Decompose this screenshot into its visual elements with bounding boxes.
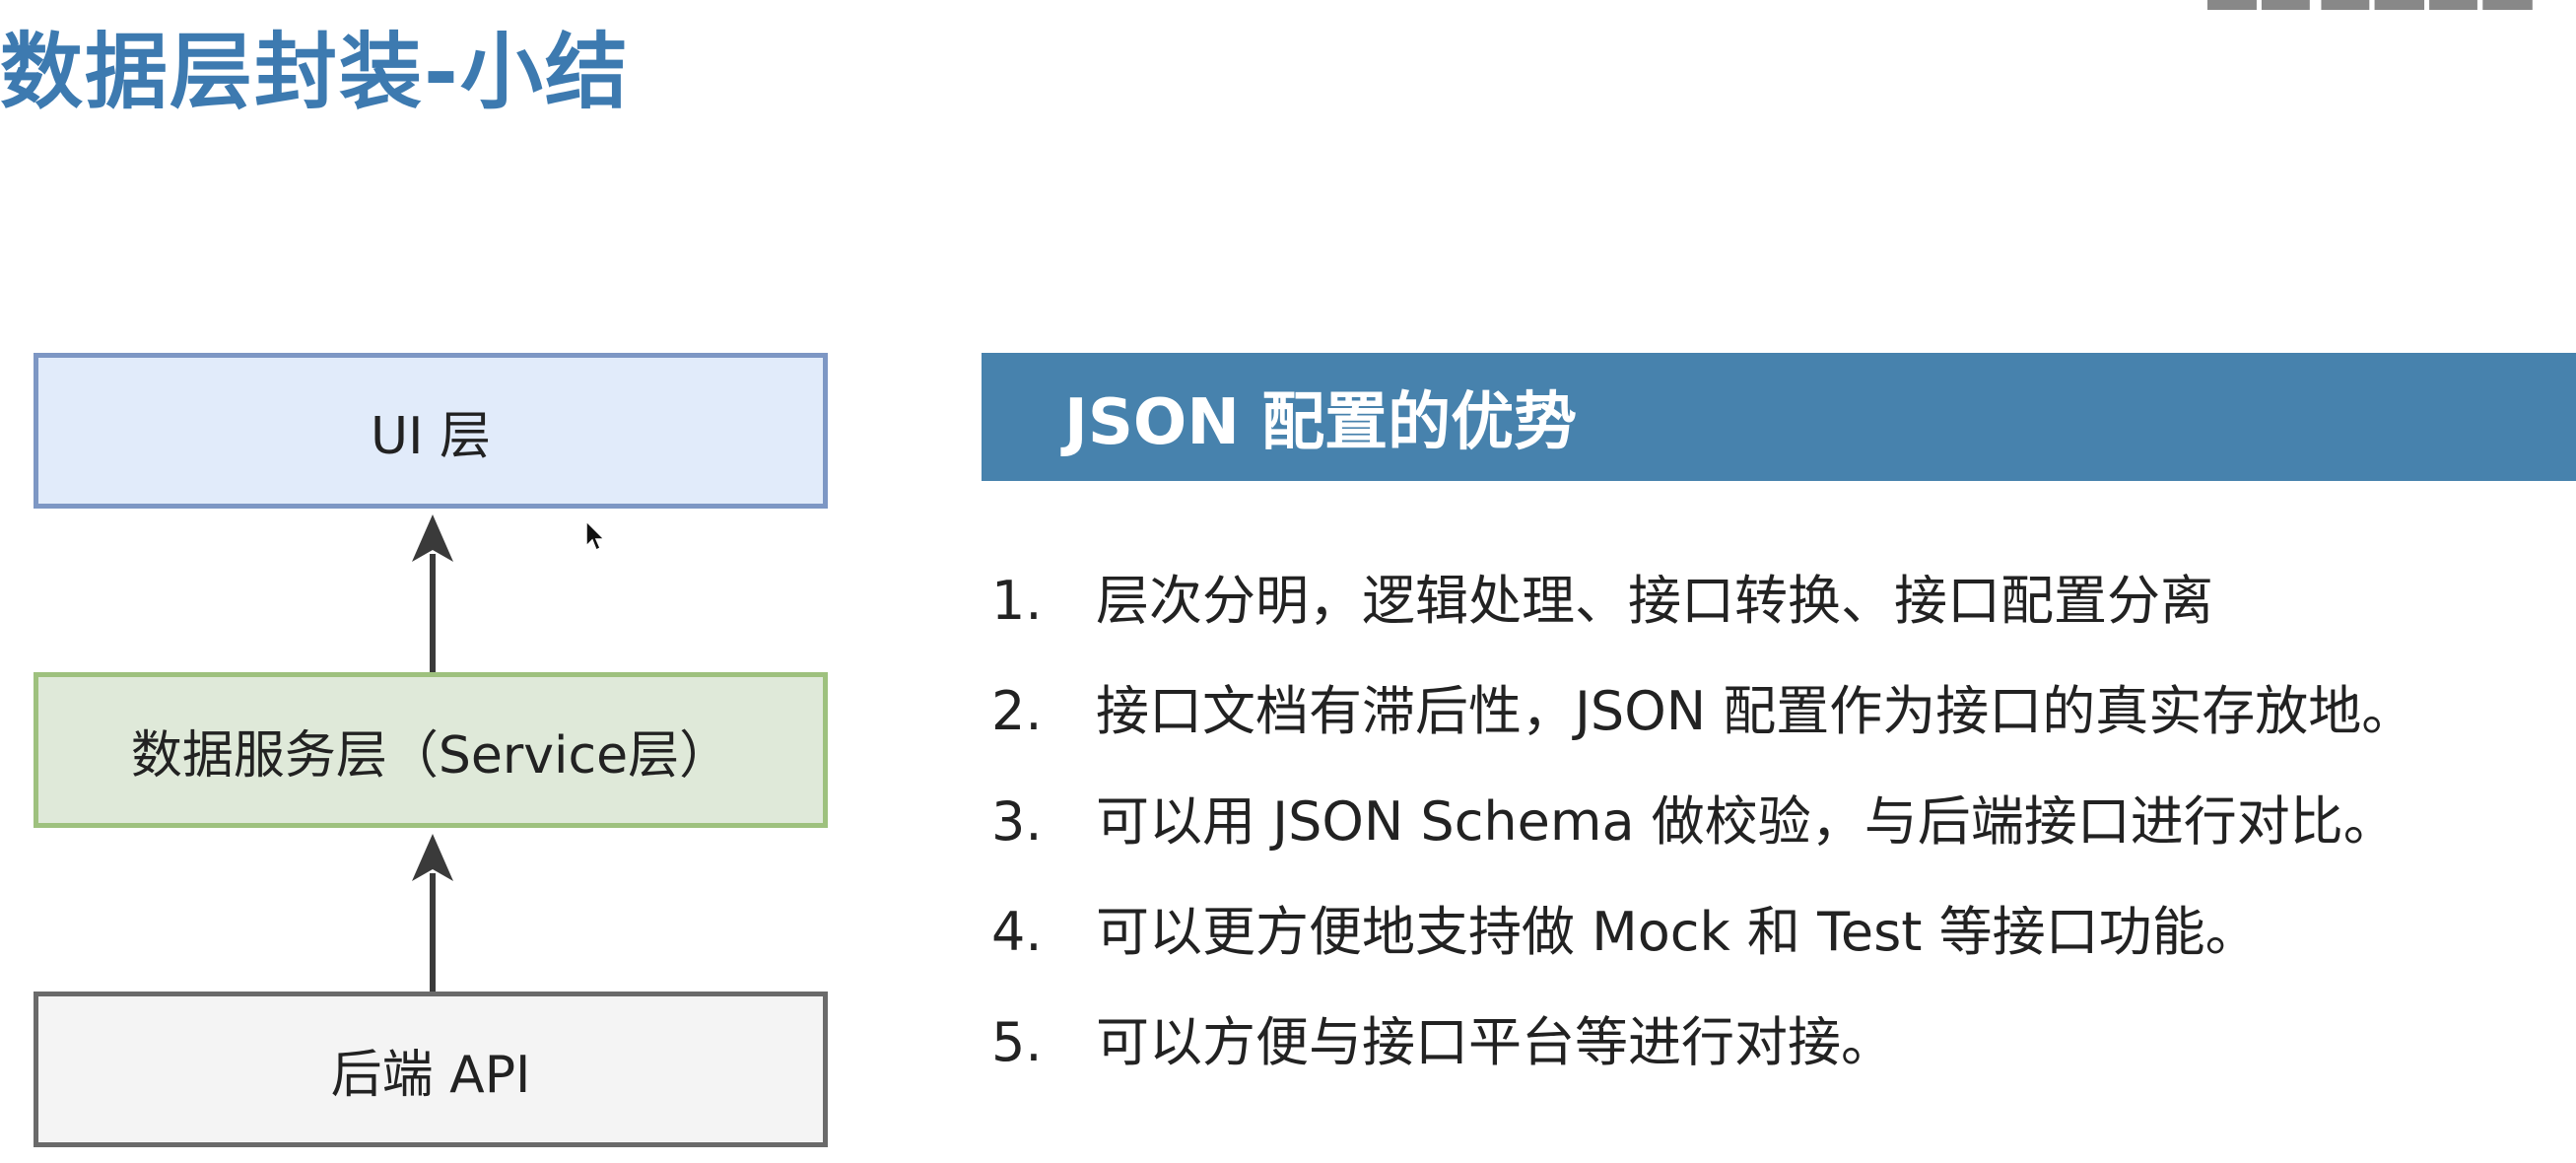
list-item: 1. 层次分明，逻辑处理、接口转换、接口配置分离 xyxy=(991,546,2568,656)
list-item: 5. 可以方便与接口平台等进行对接。 xyxy=(991,988,2568,1098)
slide-title: 数据层封装-小结 xyxy=(0,24,630,120)
ui-layer-label: UI 层 xyxy=(371,406,491,466)
list-item: 2. 接口文档有滞后性，JSON 配置作为接口的真实存放地。 xyxy=(991,656,2568,767)
api-layer-label: 后端 API xyxy=(330,1045,531,1105)
list-item-text: 层次分明，逻辑处理、接口转换、接口配置分离 xyxy=(1096,570,2213,632)
mouse-cursor-icon xyxy=(585,520,606,552)
ui-layer-box: UI 层 xyxy=(34,353,828,509)
advantages-header: JSON 配置的优势 xyxy=(982,353,2576,481)
service-layer-label: 数据服务层（Service层） xyxy=(130,725,731,786)
list-item: 3. 可以用 JSON Schema 做校验，与后端接口进行对比。 xyxy=(991,767,2568,877)
list-item-number: 3. xyxy=(991,790,1043,853)
advantages-header-label: JSON 配置的优势 xyxy=(1064,386,1578,459)
api-layer-box: 后端 API xyxy=(34,992,828,1147)
list-item-text: 接口文档有滞后性，JSON 配置作为接口的真实存放地。 xyxy=(1096,680,2415,742)
list-item-number: 5. xyxy=(991,1011,1043,1073)
list-item-text: 可以更方便地支持做 Mock 和 Test 等接口功能。 xyxy=(1096,901,2259,963)
list-item-number: 1. xyxy=(991,570,1043,632)
list-item-number: 2. xyxy=(991,680,1043,742)
list-item: 4. 可以更方便地支持做 Mock 和 Test 等接口功能。 xyxy=(991,877,2568,988)
advantages-list: 1. 层次分明，逻辑处理、接口转换、接口配置分离 2. 接口文档有滞后性，JSO… xyxy=(991,546,2568,1098)
arrow-up-icon xyxy=(412,834,453,992)
list-item-text: 可以用 JSON Schema 做校验，与后端接口进行对比。 xyxy=(1096,790,2397,853)
list-item-number: 4. xyxy=(991,901,1043,963)
service-layer-box: 数据服务层（Service层） xyxy=(34,672,828,828)
cropped-corner-text: ▇■■▇■▇ xyxy=(2207,0,2576,10)
arrow-up-icon xyxy=(412,514,453,672)
list-item-text: 可以方便与接口平台等进行对接。 xyxy=(1096,1011,1894,1073)
